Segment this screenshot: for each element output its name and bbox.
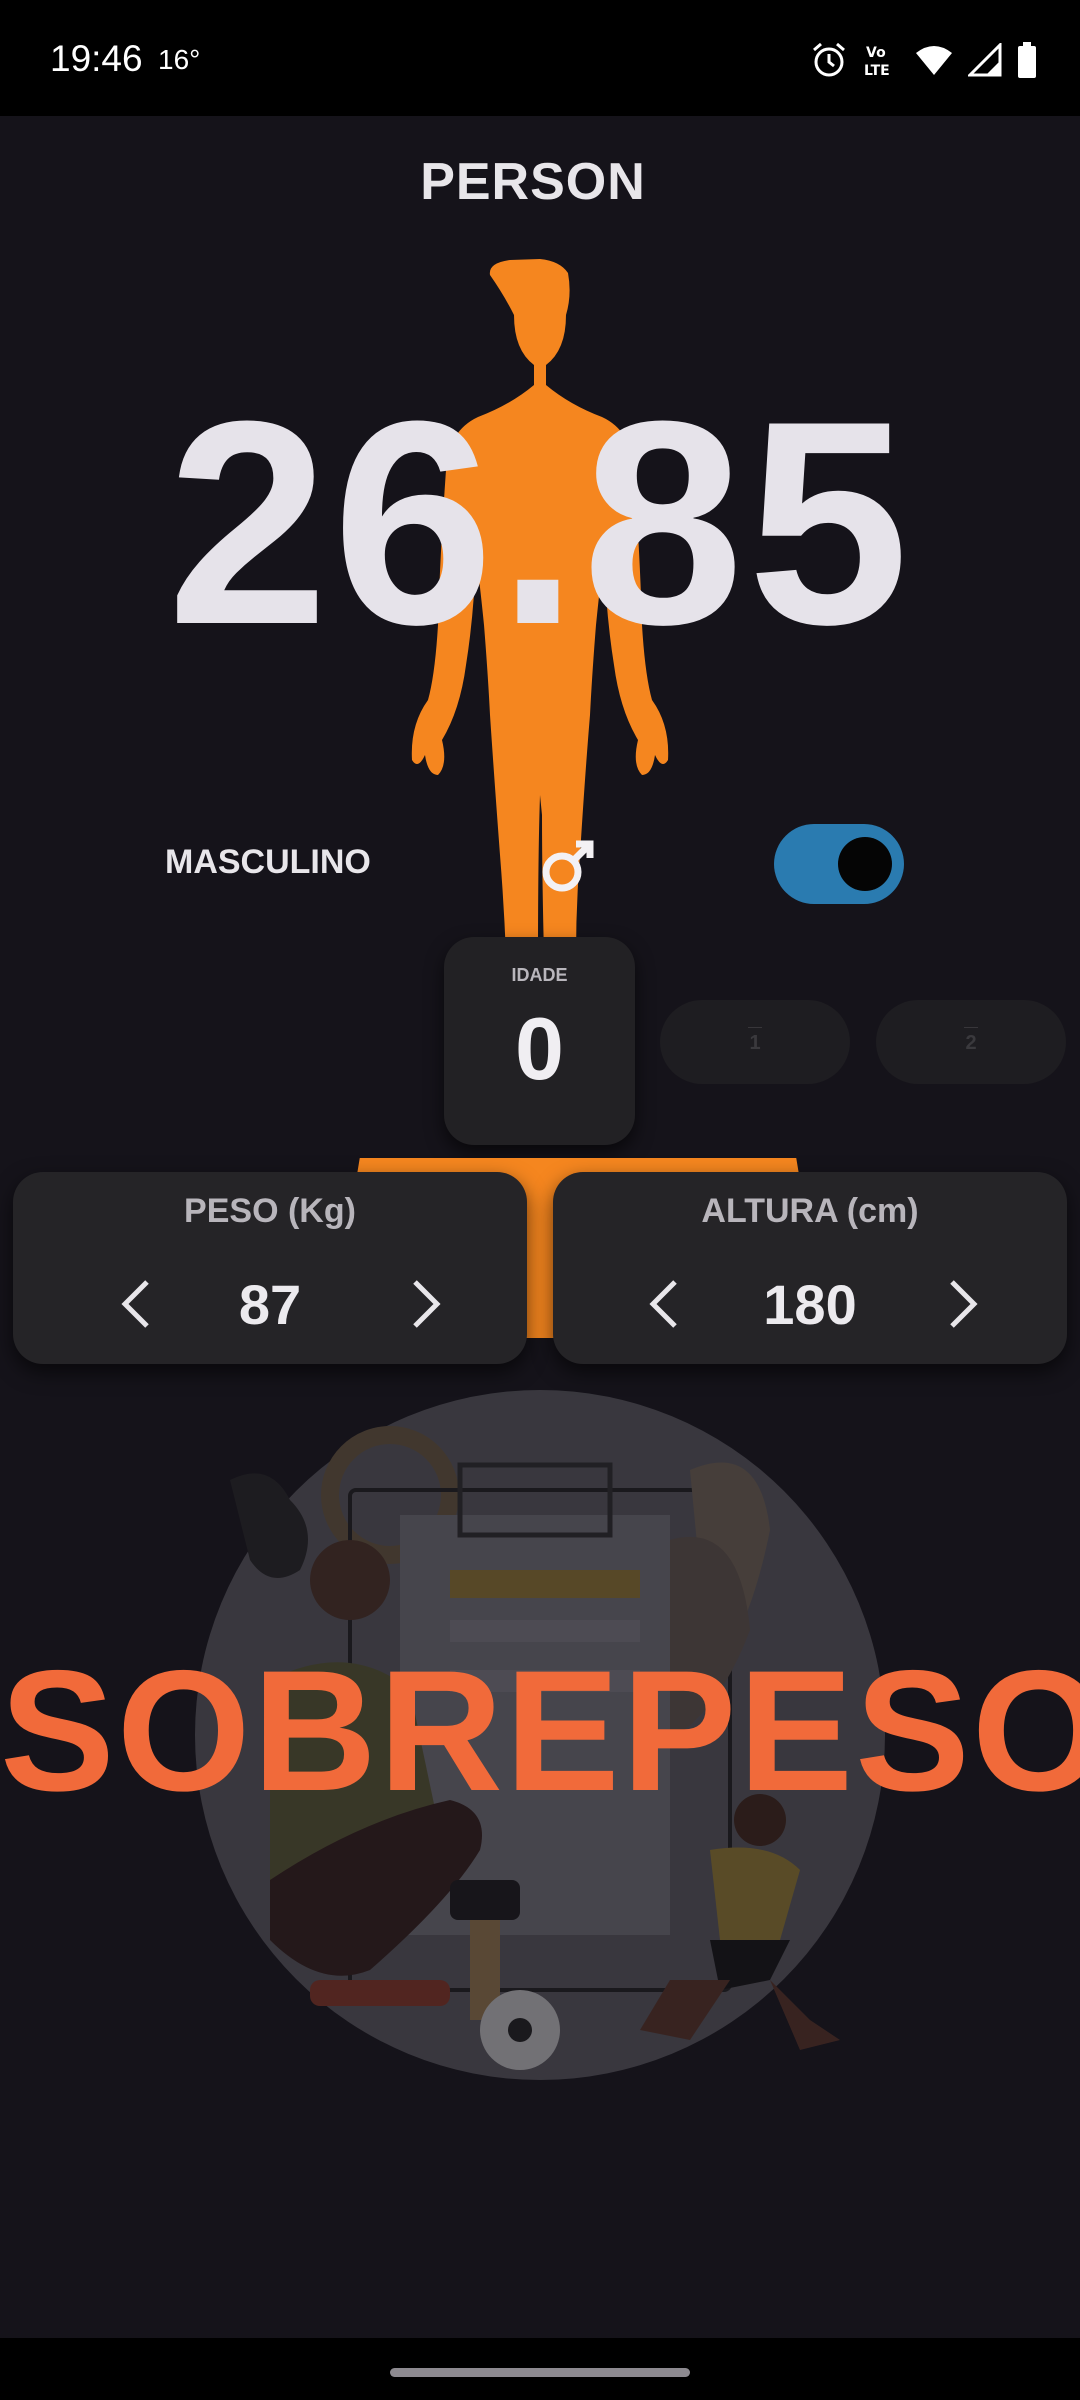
height-increase-button[interactable]	[934, 1274, 994, 1334]
chevron-right-icon	[413, 1280, 441, 1328]
battery-icon	[1018, 42, 1036, 78]
gender-label: MASCULINO	[165, 843, 371, 881]
signal-icon	[968, 43, 1002, 77]
status-icons: Vo LTE	[810, 38, 1038, 82]
gender-toggle[interactable]	[774, 824, 904, 904]
weight-card: PESO (Kg) 87	[13, 1172, 527, 1364]
status-bar: 19:46 16° Vo LTE	[0, 0, 1080, 116]
home-gesture-handle[interactable]	[390, 2368, 690, 2377]
wifi-icon	[916, 46, 952, 75]
height-label: ALTURA (cm)	[701, 1192, 919, 1230]
alarm-icon	[813, 42, 845, 77]
age-option[interactable]: — 2	[876, 1000, 1066, 1084]
age-option-value: 1	[749, 1032, 761, 1054]
weight-label: PESO (Kg)	[184, 1192, 356, 1230]
age-label: IDADE	[511, 965, 568, 985]
svg-text:LTE: LTE	[864, 63, 890, 79]
bmi-result-label: SOBREPESO	[0, 1635, 1080, 1827]
status-temperature: 16°	[158, 44, 201, 75]
svg-text:Vo: Vo	[866, 45, 886, 61]
status-time: 19:46	[50, 38, 143, 79]
age-selector[interactable]: IDADE 0	[444, 937, 635, 1145]
age-option-value: 2	[965, 1032, 977, 1054]
weight-increase-button[interactable]	[397, 1274, 457, 1334]
male-symbol-icon	[542, 840, 594, 892]
navigation-bar	[0, 2338, 1080, 2400]
age-option[interactable]: — 1	[660, 1000, 850, 1084]
age-value: 0	[515, 999, 564, 1098]
height-card: ALTURA (cm) 180	[553, 1172, 1067, 1364]
chevron-right-icon	[950, 1280, 978, 1328]
volte-icon: Vo LTE	[864, 45, 890, 79]
app-title: PERSON	[420, 153, 646, 211]
bmi-value: 26.85	[167, 361, 913, 685]
toggle-knob	[838, 837, 892, 891]
